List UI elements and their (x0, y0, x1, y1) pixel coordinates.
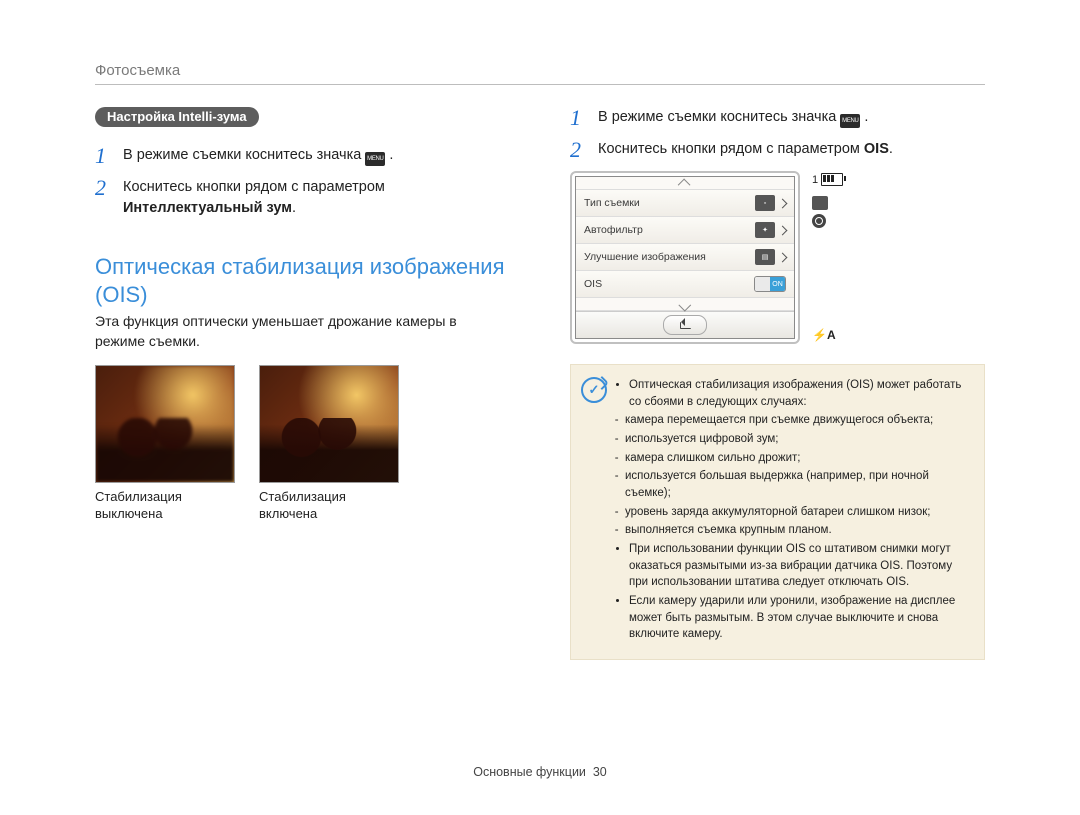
note-sub-bullet: уровень заряда аккумуляторной батареи сл… (625, 504, 970, 521)
intelli-zoom-pill: Настройка Intelli-зума (95, 107, 259, 127)
page-indicator: 1 (812, 174, 818, 186)
footer-page-number: 30 (593, 765, 607, 779)
scroll-up-indicator (576, 177, 794, 190)
mode-indicator-icon (812, 196, 828, 210)
note-sub-bullet: выполняется съемка крупным планом. (625, 522, 970, 539)
menu-icon: MENU (840, 114, 860, 128)
photo-caption-off: Стабилизация выключена (95, 489, 235, 523)
chevron-right-icon (778, 225, 788, 235)
photo-stabilization-off (95, 365, 235, 483)
step-number: 2 (570, 139, 594, 161)
ois-section-title: Оптическая стабилизация изображения (OIS… (95, 253, 510, 308)
left-column: Настройка Intelli-зума 1 В режиме съемки… (95, 107, 510, 660)
photo-caption-on: Стабилизация включена (259, 489, 399, 523)
right-step-2: 2 Коснитесь кнопки рядом с параметром OI… (570, 139, 985, 161)
back-button[interactable] (663, 315, 707, 335)
enhance-icon: ▤ (755, 249, 775, 265)
note-sub-bullet: камера слишком сильно дрожит; (625, 450, 970, 467)
flash-icon: ⚡ (812, 328, 827, 342)
menu-label: Тип съемки (584, 197, 640, 209)
step-number: 2 (95, 177, 119, 199)
step-tail: . (292, 200, 296, 216)
step-bold: Интеллектуальный зум (123, 200, 292, 216)
page-footer: Основные функции 30 (0, 765, 1080, 779)
flash-auto-label: A (827, 328, 836, 342)
menu-label: Автофильтр (584, 224, 643, 236)
chevron-right-icon (778, 252, 788, 262)
left-step-1: 1 В режиме съемки коснитесь значка MENU … (95, 145, 510, 167)
left-step-2: 2 Коснитесь кнопки рядом с параметром Ин… (95, 177, 510, 219)
ois-indicator-icon (812, 214, 826, 228)
chevron-right-icon (778, 198, 788, 208)
note-box: ✓ Оптическая стабилизация изображения (O… (570, 364, 985, 660)
menu-row-autofilter[interactable]: Автофильтр ✦ (576, 217, 794, 244)
toggle-on-label: ON (770, 277, 785, 291)
menu-row-image-enhance[interactable]: Улучшение изображения ▤ (576, 244, 794, 271)
note-sub-bullet: камера перемещается при съемке движущего… (625, 412, 970, 429)
menu-label: OIS (584, 278, 602, 290)
step-text: В режиме съемки коснитесь значка (123, 147, 365, 163)
note-bullet: При использовании функции OIS со штативо… (629, 541, 970, 591)
right-step-1: 1 В режиме съемки коснитесь значка MENU … (570, 107, 985, 129)
battery-icon (821, 173, 843, 186)
note-bullet: Если камеру ударили или уронили, изображ… (629, 593, 970, 643)
step-text: Коснитесь кнопки рядом с параметром (123, 179, 385, 195)
footer-section: Основные функции (473, 765, 586, 779)
ois-toggle[interactable]: ON (754, 276, 786, 292)
step-text-tail: . (389, 147, 393, 163)
filter-icon: ✦ (755, 222, 775, 238)
breadcrumb: Фотосъемка (95, 62, 985, 85)
right-column: 1 В режиме съемки коснитесь значка MENU … (570, 107, 985, 660)
step-number: 1 (95, 145, 119, 167)
step-text: В режиме съемки коснитесь значка (598, 109, 840, 125)
note-sub-bullet: используется большая выдержка (например,… (625, 468, 970, 501)
mode-icon: ▫ (755, 195, 775, 211)
menu-label: Улучшение изображения (584, 251, 706, 263)
step-text-tail: . (864, 109, 868, 125)
scroll-down-indicator (576, 298, 794, 311)
back-arrow-icon (680, 322, 691, 329)
step-bold: OIS (864, 141, 889, 157)
camera-screenshot: Тип съемки ▫ Автофильтр ✦ Улучшение изоб… (570, 171, 985, 344)
step-tail: . (889, 141, 893, 157)
menu-row-ois[interactable]: OIS ON (576, 271, 794, 298)
note-bullet: Оптическая стабилизация изображения (OIS… (629, 377, 970, 410)
note-sub-bullet: используется цифровой зум; (625, 431, 970, 448)
step-text: Коснитесь кнопки рядом с параметром (598, 141, 864, 157)
menu-row-shot-type[interactable]: Тип съемки ▫ (576, 190, 794, 217)
menu-icon: MENU (365, 152, 385, 166)
note-icon: ✓ (581, 377, 607, 403)
ois-section-body: Эта функция оптически уменьшает дрожание… (95, 312, 510, 351)
photo-stabilization-on (259, 365, 399, 483)
step-number: 1 (570, 107, 594, 129)
